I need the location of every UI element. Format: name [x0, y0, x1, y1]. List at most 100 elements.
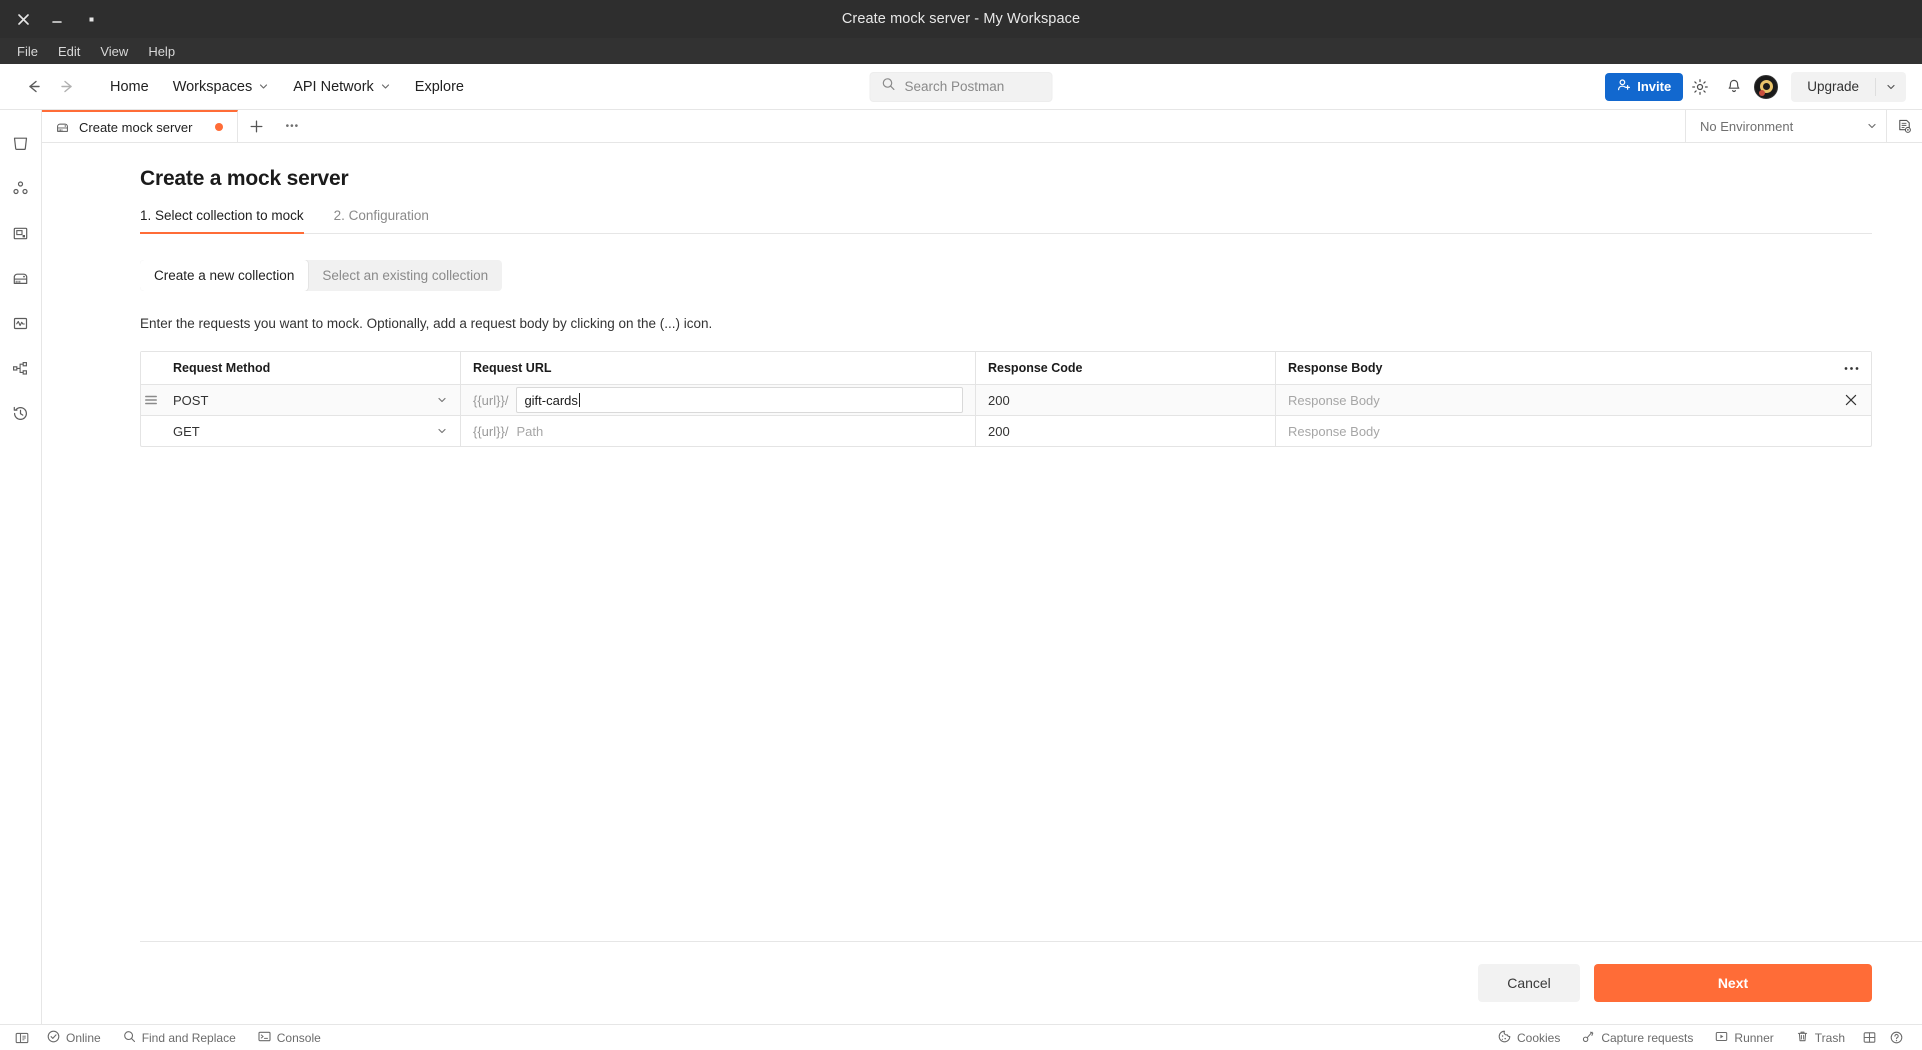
response-code-input[interactable]: 200: [976, 416, 1276, 446]
top-right-actions: Invite Upgrade: [1605, 70, 1906, 104]
column-header-request-url: Request URL: [461, 352, 976, 384]
column-header-request-method: Request Method: [161, 352, 461, 384]
request-url-cell[interactable]: {{url}}/ Path: [461, 416, 976, 446]
sidebar-toggle-icon[interactable]: [8, 1027, 36, 1049]
find-and-replace-button[interactable]: Find and Replace: [112, 1027, 247, 1049]
capture-requests-button[interactable]: Capture requests: [1571, 1027, 1704, 1049]
status-online-label: Online: [66, 1031, 101, 1045]
collections-icon[interactable]: [8, 130, 34, 156]
column-header-request-method-label: Request Method: [173, 361, 270, 375]
menubar: File Edit View Help: [0, 38, 1922, 64]
table-options-button[interactable]: [1831, 352, 1871, 384]
forward-arrow-icon[interactable]: [58, 78, 76, 96]
console-icon: [258, 1030, 271, 1046]
tab-options-button[interactable]: •••: [274, 110, 310, 142]
search-input[interactable]: Search Postman: [870, 72, 1053, 102]
invite-button-label: Invite: [1637, 79, 1671, 94]
environments-icon[interactable]: [8, 220, 34, 246]
maximize-icon[interactable]: [74, 5, 108, 33]
trash-icon: [1796, 1030, 1809, 1046]
chevron-down-icon[interactable]: [1860, 120, 1884, 132]
invite-button[interactable]: Invite: [1605, 73, 1683, 101]
request-url-input[interactable]: Path: [516, 418, 963, 444]
helper-text: Enter the requests you want to mock. Opt…: [140, 316, 1922, 331]
table-header-row: Request Method Request URL Response Code…: [141, 352, 1871, 385]
request-url-prefix: {{url}}/: [473, 393, 508, 408]
segment-create-new-collection[interactable]: Create a new collection: [140, 260, 308, 291]
history-icon[interactable]: [8, 400, 34, 426]
menu-view[interactable]: View: [91, 42, 137, 61]
tab-strip-spacer: [310, 110, 1686, 142]
column-header-response-code-label: Response Code: [988, 361, 1082, 375]
app-window: Create mock server - My Workspace File E…: [0, 0, 1922, 1050]
nav-item-explore[interactable]: Explore: [405, 73, 474, 101]
environment-selector[interactable]: No Environment: [1686, 110, 1886, 142]
table-row[interactable]: POST {{url}}/ gift-cards: [141, 385, 1871, 416]
steps-divider: [140, 233, 1872, 234]
cancel-button[interactable]: Cancel: [1478, 964, 1580, 1002]
mock-servers-icon[interactable]: [8, 265, 34, 291]
capture-requests-label: Capture requests: [1601, 1031, 1693, 1045]
menu-file[interactable]: File: [8, 42, 47, 61]
gear-icon[interactable]: [1683, 70, 1717, 104]
response-body-input[interactable]: Response Body: [1276, 385, 1831, 415]
response-body-input[interactable]: Response Body: [1276, 416, 1831, 446]
menu-edit[interactable]: Edit: [49, 42, 89, 61]
column-header-response-code: Response Code: [976, 352, 1276, 384]
left-sidebar-rail: [0, 110, 42, 1024]
back-arrow-icon[interactable]: [24, 78, 42, 96]
response-code-input[interactable]: 200: [976, 385, 1276, 415]
apis-icon[interactable]: [8, 175, 34, 201]
console-label: Console: [277, 1031, 321, 1045]
response-code-value: 200: [988, 393, 1010, 408]
chevron-down-icon: [436, 394, 448, 406]
menu-help[interactable]: Help: [139, 42, 184, 61]
bell-icon[interactable]: [1717, 70, 1751, 104]
segment-select-existing-collection[interactable]: Select an existing collection: [308, 260, 502, 291]
table-row[interactable]: GET {{url}}/ Path: [141, 416, 1871, 446]
nav-item-api-network[interactable]: API Network: [283, 73, 401, 101]
tab-create-mock-server[interactable]: Create mock server: [42, 110, 238, 142]
new-tab-button[interactable]: [238, 110, 274, 142]
nav-item-home[interactable]: Home: [100, 73, 159, 101]
search-icon: [882, 77, 896, 96]
help-icon[interactable]: [1883, 1027, 1910, 1049]
close-icon[interactable]: [6, 5, 40, 33]
nav-item-api-network-label: API Network: [293, 79, 374, 95]
console-button[interactable]: Console: [247, 1027, 332, 1049]
cookies-label: Cookies: [1517, 1031, 1560, 1045]
upgrade-button[interactable]: Upgrade: [1791, 72, 1875, 102]
monitors-icon[interactable]: [8, 310, 34, 336]
response-code-value: 200: [988, 424, 1010, 439]
environment-quick-look-icon[interactable]: [1886, 110, 1922, 142]
wizard-footer: Cancel Next: [140, 941, 1922, 1024]
status-bar-right: Cookies Capture requests Runner Trash: [1487, 1027, 1910, 1049]
avatar-dot: [1759, 90, 1765, 96]
minimize-icon[interactable]: [40, 5, 74, 33]
delete-row-button[interactable]: [1831, 385, 1871, 415]
runner-button[interactable]: Runner: [1704, 1027, 1784, 1049]
layout-icon[interactable]: [1856, 1027, 1883, 1049]
step-configuration[interactable]: 2. Configuration: [334, 208, 429, 234]
drag-handle-icon[interactable]: [141, 385, 161, 415]
nav-item-workspaces[interactable]: Workspaces: [163, 73, 280, 101]
invite-person-icon: [1617, 78, 1631, 95]
unsaved-indicator-icon: [215, 123, 223, 131]
response-body-placeholder: Response Body: [1288, 424, 1380, 439]
wizard-steps: 1. Select collection to mock 2. Configur…: [140, 208, 1922, 234]
flows-icon[interactable]: [8, 355, 34, 381]
request-url-cell[interactable]: {{url}}/ gift-cards: [461, 385, 976, 415]
cookies-button[interactable]: Cookies: [1487, 1027, 1571, 1049]
trash-label: Trash: [1815, 1031, 1845, 1045]
next-button[interactable]: Next: [1594, 964, 1872, 1002]
mock-server-icon: [55, 120, 70, 135]
avatar[interactable]: [1754, 75, 1778, 99]
status-online[interactable]: Online: [36, 1027, 112, 1049]
step-select-collection[interactable]: 1. Select collection to mock: [140, 208, 304, 234]
request-method-select[interactable]: POST: [161, 385, 461, 415]
request-method-select[interactable]: GET: [161, 416, 461, 446]
trash-button[interactable]: Trash: [1785, 1027, 1856, 1049]
chevron-down-icon[interactable]: [1876, 72, 1906, 102]
request-url-input[interactable]: gift-cards: [516, 387, 963, 413]
text-cursor: [579, 393, 580, 407]
